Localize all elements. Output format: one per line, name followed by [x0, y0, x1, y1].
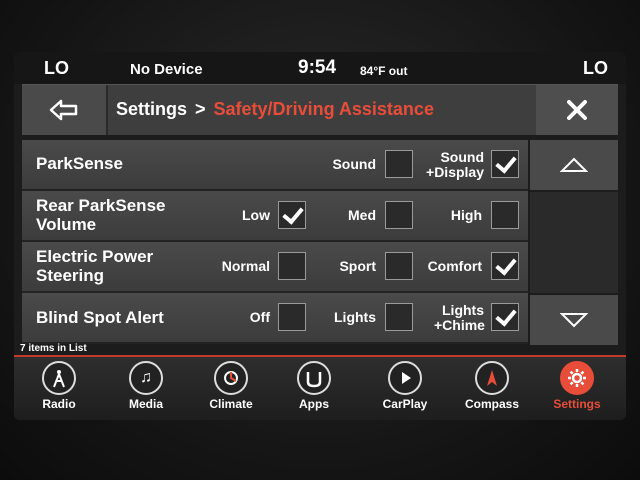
dock-label: Compass — [464, 397, 520, 411]
breadcrumb-current: Safety/Driving Assistance — [213, 99, 434, 119]
outside-temperature: 84°F out — [360, 64, 408, 78]
clock: 9:54 — [298, 57, 337, 78]
settings-list: ParkSense Sound Sound +Display Rear Park… — [22, 140, 528, 344]
setting-row-blind-spot-alert: Blind Spot Alert Off Lights Lights +Chim… — [22, 293, 528, 344]
blind-spot-lights-checkbox[interactable] — [385, 303, 413, 331]
blind-spot-lights-chime-checkbox[interactable] — [491, 303, 519, 331]
left-climate-readout: LO — [44, 58, 69, 78]
dock-radio[interactable]: Radio — [24, 361, 94, 411]
gear-icon — [560, 361, 594, 395]
breadcrumb-settings[interactable]: Settings — [116, 99, 187, 119]
dock-carplay[interactable]: CarPlay — [370, 361, 440, 411]
parksense-sound-checkbox[interactable] — [385, 150, 413, 178]
volume-low-checkbox[interactable] — [278, 201, 306, 229]
option-label: Sport — [339, 258, 376, 274]
parksense-sound-display-checkbox[interactable] — [491, 150, 519, 178]
back-arrow-icon — [49, 99, 78, 121]
dock-label: Apps — [299, 397, 329, 411]
dock-label: Radio — [42, 397, 76, 411]
setting-label: ParkSense — [36, 154, 123, 173]
option-label: Lights +Chime — [434, 302, 485, 333]
items-count: 7 items in List — [20, 343, 87, 354]
compass-icon — [475, 361, 509, 395]
radio-tower-icon — [42, 361, 76, 395]
close-icon — [567, 100, 587, 120]
music-note-icon: ♫ — [129, 361, 163, 395]
option-label: Low — [242, 207, 270, 223]
steering-normal-checkbox[interactable] — [278, 252, 306, 280]
breadcrumb: Settings > Safety/Driving Assistance — [116, 99, 434, 120]
status-bar: LO No Device 9:54 84°F out LO — [14, 52, 626, 84]
title-bar: Settings > Safety/Driving Assistance — [22, 84, 618, 135]
scroll-track[interactable] — [530, 192, 618, 293]
steering-comfort-checkbox[interactable] — [491, 252, 519, 280]
setting-label: Blind Spot Alert — [36, 308, 164, 327]
option-label: Lights — [334, 309, 376, 325]
close-button[interactable] — [536, 85, 618, 135]
setting-label: Electric Power Steering — [36, 247, 154, 285]
option-label: Sound — [332, 156, 376, 172]
option-label: Comfort — [427, 258, 482, 274]
setting-row-electric-power-steering: Electric Power Steering Normal Sport Com… — [22, 242, 528, 293]
dock-climate[interactable]: Climate — [196, 361, 266, 411]
volume-high-checkbox[interactable] — [491, 201, 519, 229]
option-label: High — [450, 207, 482, 223]
climate-fan-icon — [214, 361, 248, 395]
setting-label: Rear ParkSense Volume — [36, 196, 166, 234]
dock-compass[interactable]: Compass — [457, 361, 527, 411]
blind-spot-off-checkbox[interactable] — [278, 303, 306, 331]
setting-row-parksense: ParkSense Sound Sound +Display — [22, 140, 528, 191]
dock-media[interactable]: ♫ Media — [111, 361, 181, 411]
setting-row-rear-parksense-volume: Rear ParkSense Volume Low Med High — [22, 191, 528, 242]
volume-med-checkbox[interactable] — [385, 201, 413, 229]
back-button[interactable] — [22, 85, 108, 135]
option-label: Off — [249, 309, 270, 325]
option-label: Med — [348, 207, 376, 223]
carplay-icon — [388, 361, 422, 395]
dock-label: CarPlay — [382, 397, 428, 411]
bottom-dock: Radio ♫ Media Climate Apps CarPlay Compa… — [14, 357, 626, 420]
scroll-up-button[interactable] — [530, 140, 618, 190]
dock-apps[interactable]: Apps — [279, 361, 349, 411]
dock-label: Settings — [553, 397, 601, 411]
dock-label: Media — [128, 397, 163, 411]
option-label: Sound +Display — [426, 149, 484, 180]
right-climate-readout: LO — [583, 58, 608, 78]
breadcrumb-separator: > — [195, 99, 206, 119]
scroll-down-button[interactable] — [530, 295, 618, 345]
chevron-up-icon — [560, 157, 588, 172]
dock-label: Climate — [209, 397, 253, 411]
infotainment-screen: LO No Device 9:54 84°F out LO Settings > S… — [14, 52, 626, 420]
dock-settings[interactable]: Settings — [542, 361, 612, 411]
chevron-down-icon — [560, 313, 588, 328]
device-status: No Device — [130, 61, 203, 78]
apps-icon — [297, 361, 331, 395]
steering-sport-checkbox[interactable] — [385, 252, 413, 280]
option-label: Normal — [221, 258, 270, 274]
